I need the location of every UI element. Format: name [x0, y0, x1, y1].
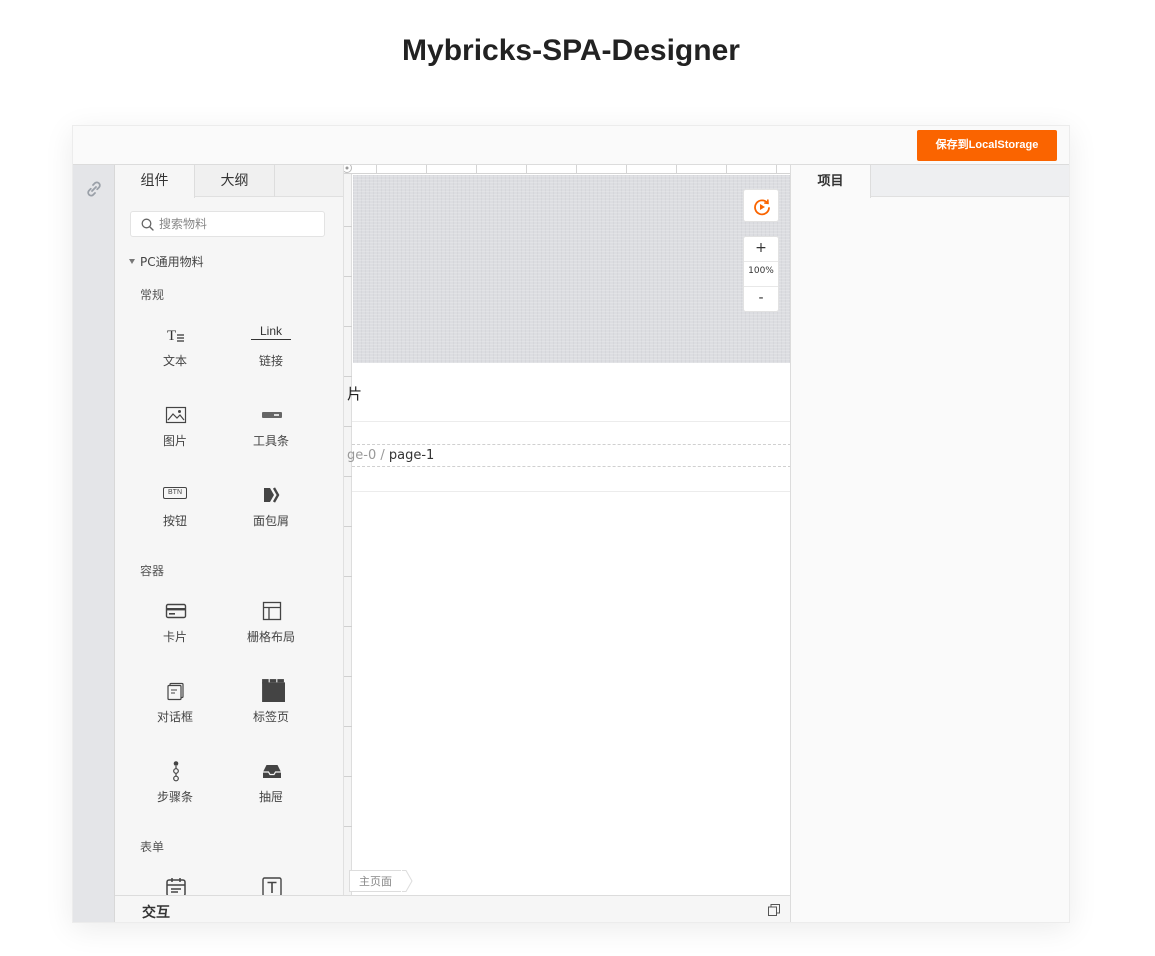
restore-window-icon[interactable]	[768, 904, 780, 916]
component-label: 按钮	[162, 514, 187, 528]
component-dialog[interactable]: 对话框	[135, 680, 215, 750]
tabs-icon	[262, 679, 285, 702]
page-title: Mybricks-SPA-Designer	[402, 34, 740, 67]
search-icon	[141, 218, 154, 231]
components-panel: 组件 大纲 PC通用物料 常规 T 文本 Link 链接 图片	[115, 165, 344, 896]
drawer-icon	[263, 765, 281, 778]
tab-components[interactable]: 组件	[115, 165, 195, 198]
section-title-general: 常规	[140, 288, 165, 302]
component-label: 标签页	[252, 710, 289, 724]
page-tab-main[interactable]: 主页面	[349, 870, 401, 892]
steps-icon	[173, 761, 179, 782]
component-label: 卡片	[162, 630, 187, 644]
toolbar-icon	[262, 412, 282, 418]
tab-outline[interactable]: 大纲	[195, 165, 275, 197]
component-button[interactable]: BTN 按钮	[135, 484, 215, 554]
text-input-icon	[262, 877, 282, 896]
play-icon	[754, 199, 770, 216]
zoom-in-button[interactable]: +	[744, 240, 778, 260]
svg-text:T: T	[167, 328, 176, 344]
image-icon	[165, 406, 187, 424]
component-label: 对话框	[156, 710, 193, 724]
search-input[interactable]	[159, 215, 319, 233]
component-date-picker[interactable]	[135, 876, 215, 896]
component-toolbar[interactable]: 工具条	[231, 404, 311, 474]
page-tab-arrow-icon	[402, 870, 413, 892]
component-label: 栅格布局	[246, 630, 295, 644]
calendar-icon	[166, 878, 186, 896]
component-text-input[interactable]	[231, 876, 311, 896]
component-card[interactable]: 卡片	[135, 600, 215, 670]
component-label: 链接	[258, 354, 283, 368]
component-grid-layout[interactable]: 栅格布局	[231, 600, 311, 670]
tab-project[interactable]: 项目	[791, 165, 871, 198]
zoom-out-button[interactable]: -	[744, 290, 778, 306]
vertical-ruler	[344, 174, 352, 896]
component-link[interactable]: Link 链接	[231, 324, 311, 394]
component-image[interactable]: 图片	[135, 404, 215, 474]
interaction-panel-title: 交互	[142, 905, 170, 921]
divider	[352, 491, 791, 492]
component-label: 步骤条	[156, 790, 193, 804]
properties-tabs: 项目	[791, 165, 1069, 198]
dialog-icon	[167, 682, 184, 701]
canvas-background	[353, 175, 791, 363]
breadcrumb-separator: /	[380, 448, 385, 463]
preview-button[interactable]	[743, 189, 779, 222]
designer-window: 保存到LocalStorage 组件 大纲 PC通用物料 常规	[72, 125, 1070, 923]
breadcrumb-prev: ge-0	[347, 448, 377, 463]
interaction-panel-bar[interactable]: 交互	[115, 895, 791, 922]
button-icon: BTN	[163, 487, 187, 499]
component-label: 抽屉	[258, 790, 283, 804]
breadcrumb-icon	[264, 487, 280, 503]
material-group-toggle[interactable]: PC通用物料	[129, 253, 204, 270]
top-toolbar: 保存到LocalStorage	[73, 126, 1069, 165]
canvas-image-component-label[interactable]: 片	[347, 383, 362, 404]
component-tabs[interactable]: 标签页	[231, 679, 311, 750]
component-label: 文本	[162, 354, 187, 368]
text-icon: T	[167, 328, 184, 344]
component-drawer[interactable]: 抽屉	[231, 760, 311, 830]
component-breadcrumb[interactable]: 面包屑	[231, 484, 311, 554]
divider	[352, 421, 791, 422]
link-text-icon: Link	[251, 324, 291, 340]
divider	[352, 466, 791, 467]
caret-down-icon	[129, 259, 135, 264]
section-title-container: 容器	[140, 564, 165, 578]
canvas-area: + 100% - 片 ge-0 / page-1 主页面	[344, 165, 791, 896]
component-label: 面包屑	[252, 514, 289, 528]
material-group-label: PC通用物料	[140, 255, 204, 269]
component-steps[interactable]: 步骤条	[135, 760, 215, 830]
link-icon[interactable]	[84, 179, 104, 199]
breadcrumb-current: page-1	[388, 448, 435, 463]
section-title-form: 表单	[140, 840, 165, 854]
component-label: 工具条	[252, 434, 289, 448]
material-search[interactable]	[130, 211, 325, 237]
component-text[interactable]: T 文本	[135, 324, 215, 394]
horizontal-ruler	[344, 165, 791, 174]
components-tabs: 组件 大纲	[115, 165, 343, 198]
properties-panel: 项目	[790, 165, 1069, 922]
card-icon	[165, 603, 187, 619]
divider	[352, 444, 791, 445]
canvas-breadcrumb-component[interactable]: ge-0 / page-1	[347, 448, 434, 463]
save-to-localstorage-button[interactable]: 保存到LocalStorage	[917, 130, 1057, 161]
left-icon-strip	[73, 165, 115, 922]
component-label: 图片	[162, 434, 187, 448]
zoom-level: 100%	[748, 266, 774, 276]
grid-layout-icon	[262, 601, 282, 621]
zoom-control: + 100% -	[743, 236, 779, 312]
